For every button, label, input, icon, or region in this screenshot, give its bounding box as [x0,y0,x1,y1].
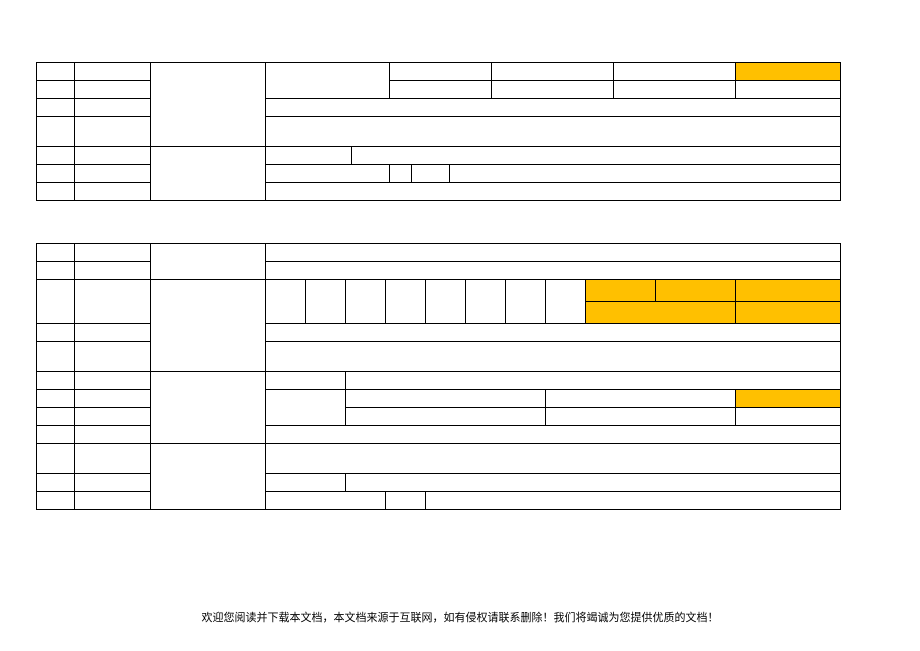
highlight-cell [586,302,736,324]
table-block-2 [36,243,841,510]
highlight-cell [586,280,656,302]
highlight-cell [656,280,736,302]
footer-text: 欢迎您阅读并下载本文档，本文档来源于互联网，如有侵权请联系删除！我们将竭诚为您提… [0,609,920,625]
highlight-cell [736,280,841,302]
highlight-cell [736,302,841,324]
table-row [37,63,841,81]
table-block-1 [36,62,841,201]
highlight-cell [736,63,841,81]
table-row [37,280,841,302]
document-page [36,62,840,510]
table-row [37,244,841,262]
table-row [37,147,841,165]
table-row [37,372,841,390]
block-separator [36,201,840,243]
highlight-cell [736,390,841,408]
table-row [37,444,841,474]
